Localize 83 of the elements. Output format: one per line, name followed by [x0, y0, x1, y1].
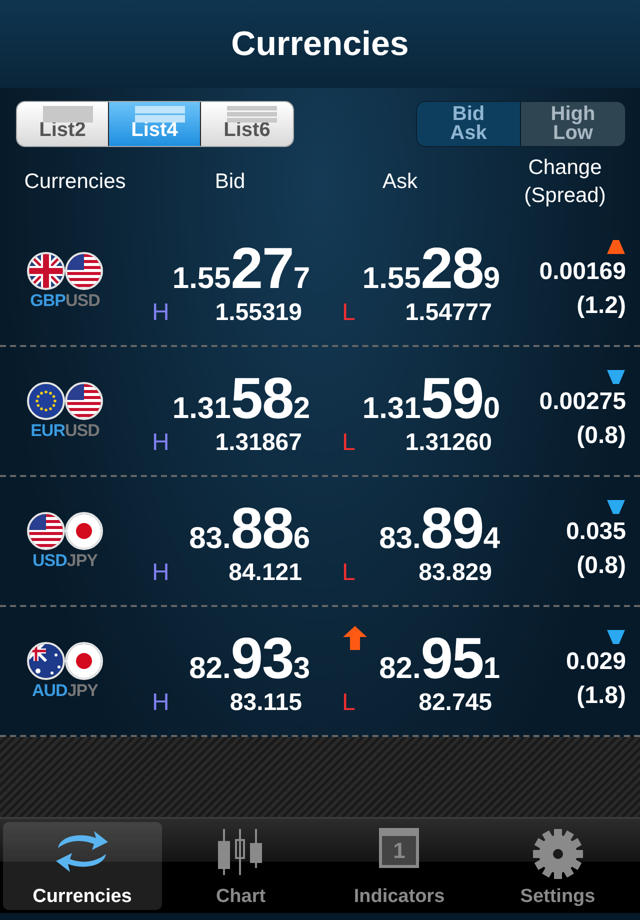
bid-price-fraction: 6	[293, 522, 310, 556]
tab-bar-item[interactable]: Currencies	[3, 822, 162, 910]
high-label: H	[152, 429, 170, 457]
bid-price-prefix: 82.	[189, 652, 231, 686]
low-label: L	[342, 429, 356, 457]
ask-price-prefix: 83.	[379, 522, 421, 556]
change-value: 0.00275	[539, 387, 626, 417]
ask-price-prefix: 82.	[379, 652, 421, 686]
change-value: 0.00169	[539, 257, 626, 287]
currency-code: JPY	[66, 551, 98, 571]
ask-price-fraction: 1	[483, 652, 500, 686]
calendar-icon: 1	[379, 828, 420, 868]
ask-price-fraction: 4	[483, 522, 500, 556]
bid-price-fraction: 2	[293, 392, 310, 426]
currency-code: USD	[65, 421, 100, 441]
bid-price-prefix: 83.	[189, 522, 231, 556]
low-label: L	[342, 689, 356, 717]
flag-icon	[26, 251, 66, 291]
bid-price-pips: 88	[230, 495, 294, 562]
high-label: H	[152, 559, 170, 587]
currency-code: JPY	[67, 681, 98, 701]
low-label: L	[342, 299, 356, 327]
ask-price-pips: 28	[420, 235, 484, 302]
tab-bar-item[interactable]: Settings	[478, 822, 637, 910]
mode-toggle-button[interactable]: Bid Ask	[417, 102, 521, 146]
bid-price-prefix: 1.31	[172, 392, 231, 426]
ask-price-pips: 59	[420, 365, 484, 432]
screen-title: Currencies	[231, 24, 409, 64]
high-value: 83.115	[230, 689, 302, 717]
currency-code: AUD	[32, 681, 68, 701]
flag-icon	[64, 641, 104, 681]
high-value: 1.31867	[215, 429, 302, 457]
high-value: 84.121	[228, 559, 302, 587]
column-header: (Spread)	[524, 183, 606, 209]
low-value: 82.745	[418, 689, 492, 717]
list-bars-icon	[43, 106, 93, 124]
column-header: Change	[528, 155, 602, 181]
change-value: 0.035	[566, 517, 626, 547]
flag-icon	[26, 511, 66, 551]
currency-code: GBP	[30, 291, 66, 311]
bid-price-pips: 58	[230, 365, 294, 432]
column-header: Currencies	[23, 170, 127, 194]
spread-value: (1.2)	[576, 291, 626, 321]
high-label: H	[152, 689, 170, 717]
column-header: Ask	[381, 170, 418, 194]
ask-price-prefix: 1.31	[362, 392, 421, 426]
currency-code: EUR	[30, 421, 65, 441]
low-label: L	[342, 559, 356, 587]
list-bars-icon	[135, 106, 185, 124]
high-label: H	[152, 299, 170, 327]
spread-value: (1.8)	[576, 681, 626, 711]
currency-code: USD	[32, 551, 67, 571]
high-value: 1.55319	[215, 299, 302, 327]
column-header: Bid	[214, 170, 246, 194]
bid-price-pips: 27	[230, 235, 294, 302]
mode-toggle-button[interactable]: High Low	[521, 102, 625, 146]
flag-icon	[26, 381, 66, 421]
spread-value: (0.8)	[576, 421, 626, 451]
flag-icon	[64, 511, 104, 551]
bid-price-prefix: 1.55	[172, 262, 231, 296]
ask-price-fraction: 0	[483, 392, 500, 426]
low-value: 83.829	[418, 559, 492, 587]
settings-icon	[532, 828, 584, 880]
tab-bar-item[interactable]: 1 Indicators	[320, 822, 478, 910]
spread-value: (0.8)	[576, 551, 626, 581]
ask-price-prefix: 1.55	[362, 262, 421, 296]
low-value: 1.31260	[405, 429, 492, 457]
list-tab[interactable]: List2	[17, 102, 109, 146]
flag-icon	[26, 641, 66, 681]
tab-bar-item[interactable]: Chart	[162, 822, 320, 910]
bid-price-pips: 93	[230, 625, 294, 692]
ask-price-pips: 89	[420, 495, 484, 562]
list-bars-icon	[227, 106, 277, 124]
low-value: 1.54777	[405, 299, 492, 327]
ask-price-fraction: 9	[483, 262, 500, 296]
currency-code: USD	[65, 291, 100, 311]
flag-icon	[64, 251, 104, 291]
bid-price-fraction: 3	[293, 652, 310, 686]
bid-price-fraction: 7	[293, 262, 310, 296]
list-tab[interactable]: List6	[201, 102, 293, 146]
change-value: 0.029	[566, 647, 626, 677]
flag-icon	[64, 381, 104, 421]
ask-price-pips: 95	[420, 625, 484, 692]
